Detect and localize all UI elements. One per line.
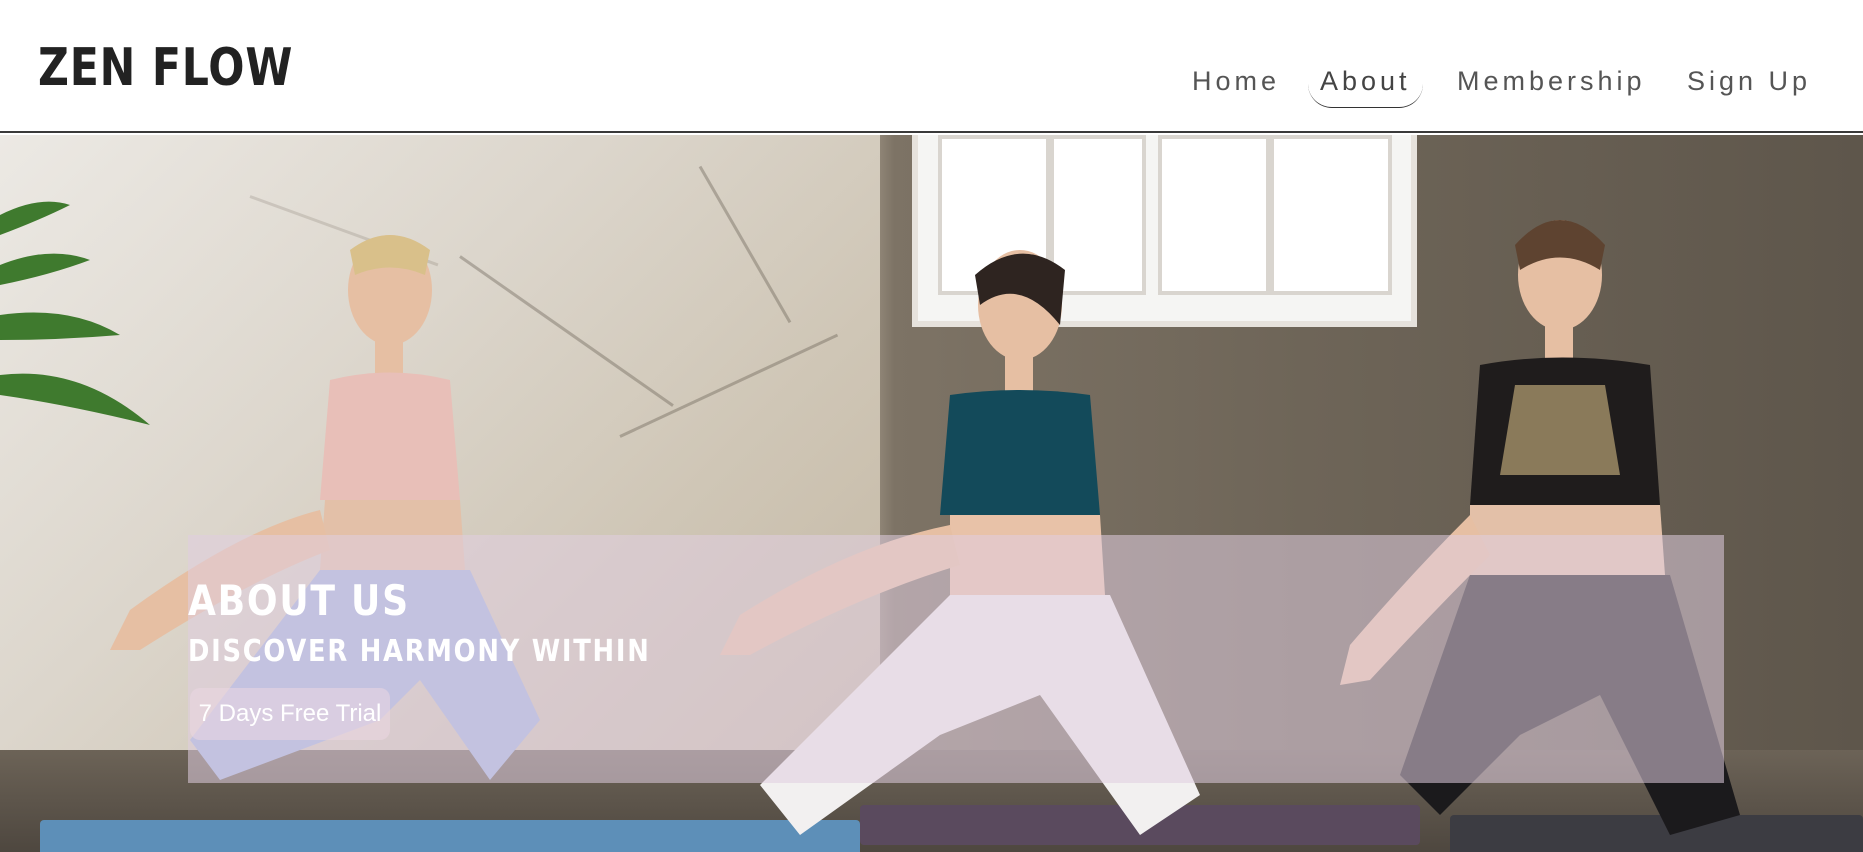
main-nav: Home About Membership Sign Up [0, 66, 1863, 116]
nav-sign-up[interactable]: Sign Up [1675, 66, 1823, 107]
nav-membership[interactable]: Membership [1445, 66, 1658, 107]
hero-title: ABOUT US [188, 576, 410, 625]
nav-home[interactable]: Home [1180, 66, 1292, 107]
free-trial-button[interactable]: 7 Days Free Trial [190, 688, 390, 740]
hero-subtitle: DISCOVER HARMONY WITHIN [188, 634, 651, 669]
site-header: ZEN FLOW Home About Membership Sign Up [0, 0, 1863, 133]
hero-section [0, 135, 1863, 852]
nav-about[interactable]: About [1308, 66, 1423, 108]
